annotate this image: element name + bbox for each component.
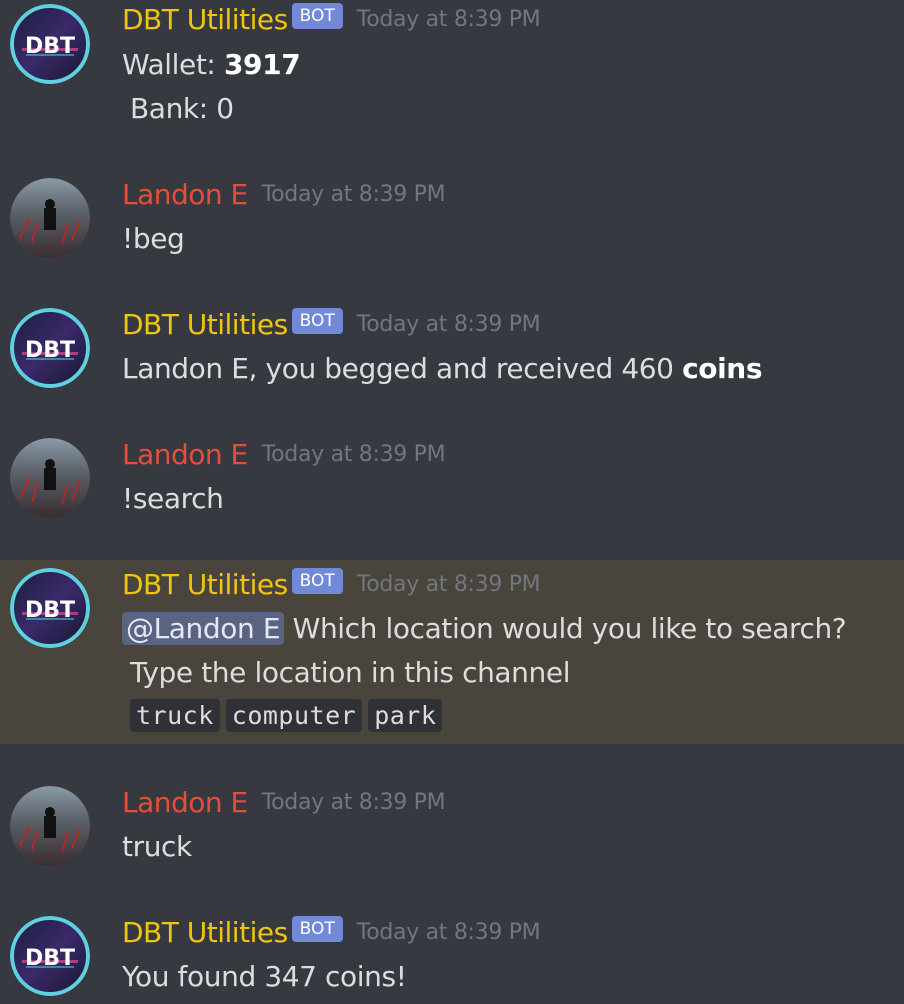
bot-avatar[interactable]: DBT <box>10 308 90 388</box>
message-header: DBT Utilities BOT Today at 8:39 PM <box>122 307 541 344</box>
bot-badge: BOT <box>291 915 343 942</box>
option-code-2[interactable]: park <box>368 699 443 732</box>
timestamp[interactable]: Today at 8:39 PM <box>262 790 446 815</box>
message-header: Landon E Today at 8:39 PM <box>122 438 446 474</box>
message-text-line1: @Landon E Which location would you like … <box>122 612 847 645</box>
message-text: !search <box>122 482 224 515</box>
message-text-question: Which location would you like to search? <box>284 612 847 645</box>
message-text: You found 347 coins! <box>122 960 407 993</box>
bot-avatar[interactable]: DBT <box>10 916 90 996</box>
bot-avatar[interactable]: DBT <box>10 568 90 648</box>
user-username[interactable]: Landon E <box>122 786 248 819</box>
timestamp[interactable]: Today at 8:39 PM <box>357 7 541 32</box>
wallet-label: Wallet: <box>122 48 224 81</box>
bot-avatar[interactable]: DBT <box>10 4 90 84</box>
message-1: DBT DBT Utilities BOT Today at 8:39 PM Wal… <box>0 0 904 140</box>
message-header: DBT Utilities BOT Today at 8:39 PM <box>122 915 541 952</box>
message-5-mention: DBT DBT Utilities BOT Today at 8:39 PM @La… <box>0 560 904 744</box>
bot-avatar-text: DBT <box>25 34 75 59</box>
user-avatar[interactable] <box>10 786 90 866</box>
user-username[interactable]: Landon E <box>122 178 248 211</box>
message-2: Landon E Today at 8:39 PM !beg <box>0 170 904 280</box>
option-code-0[interactable]: truck <box>130 699 220 732</box>
user-avatar[interactable] <box>10 438 90 518</box>
timestamp[interactable]: Today at 8:39 PM <box>262 182 446 207</box>
bot-username[interactable]: DBT Utilities <box>122 3 288 36</box>
user-avatar[interactable] <box>10 178 90 258</box>
bot-username[interactable]: DBT Utilities <box>122 916 288 949</box>
timestamp[interactable]: Today at 8:39 PM <box>357 312 541 337</box>
message-text-prefix: Landon E, you begged and received 460 <box>122 352 683 385</box>
message-7: DBT DBT Utilities BOT Today at 8:39 PM You… <box>0 908 904 1004</box>
timestamp[interactable]: Today at 8:39 PM <box>357 920 541 945</box>
bot-badge: BOT <box>291 567 343 594</box>
message-6: Landon E Today at 8:39 PM truck <box>0 778 904 888</box>
message-text: Landon E, you begged and received 460 co… <box>122 352 763 385</box>
timestamp[interactable]: Today at 8:39 PM <box>262 442 446 467</box>
message-text: truck <box>122 830 192 863</box>
wallet-line: Wallet: 3917 <box>122 48 301 81</box>
bot-avatar-text: DBT <box>25 338 75 363</box>
bot-username[interactable]: DBT Utilities <box>122 568 288 601</box>
message-header: Landon E Today at 8:39 PM <box>122 786 446 822</box>
message-text: !beg <box>122 222 185 255</box>
bot-avatar-text: DBT <box>25 946 75 971</box>
message-header: DBT Utilities BOT Today at 8:39 PM <box>122 567 541 604</box>
location-options: truck computer park <box>130 698 448 732</box>
user-username[interactable]: Landon E <box>122 438 248 471</box>
message-3: DBT DBT Utilities BOT Today at 8:39 PM Lan… <box>0 300 904 410</box>
option-code-1[interactable]: computer <box>225 699 363 732</box>
timestamp[interactable]: Today at 8:39 PM <box>357 572 541 597</box>
user-mention[interactable]: @Landon E <box>122 612 285 645</box>
message-4: Landon E Today at 8:39 PM !search <box>0 430 904 540</box>
bank-line: Bank: 0 <box>130 92 234 125</box>
wallet-value: 3917 <box>223 48 301 81</box>
message-header: DBT Utilities BOT Today at 8:39 PM <box>122 2 541 39</box>
bot-username[interactable]: DBT Utilities <box>122 308 288 341</box>
message-text-bold: coins <box>682 352 763 385</box>
bot-avatar-text: DBT <box>25 598 75 623</box>
message-text-line2: Type the location in this channel <box>130 656 571 689</box>
bot-badge: BOT <box>291 2 343 29</box>
message-header: Landon E Today at 8:39 PM <box>122 178 446 214</box>
bot-badge: BOT <box>291 307 343 334</box>
